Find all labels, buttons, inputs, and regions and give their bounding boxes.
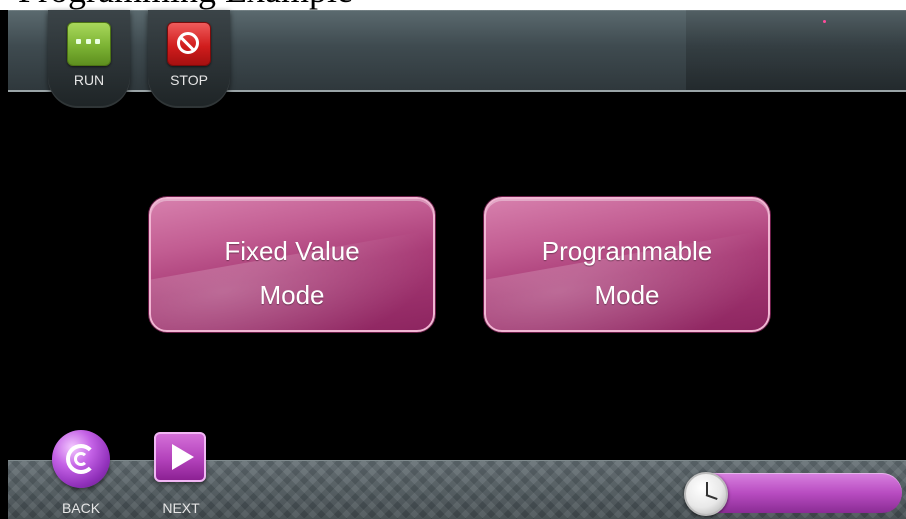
stop-label: STOP — [170, 72, 208, 88]
next-icon — [154, 432, 206, 482]
fixed-value-mode-button[interactable]: Fixed Value Mode — [149, 197, 435, 332]
clock-icon[interactable] — [684, 472, 728, 516]
status-dot — [823, 20, 826, 23]
toolbar-glass-panel — [686, 10, 906, 90]
page-header-text: Programming Example — [0, 0, 906, 10]
back-label: BACK — [61, 500, 101, 516]
run-icon — [67, 22, 111, 66]
next-label: NEXT — [162, 500, 200, 516]
fixed-value-mode-label: Fixed Value Mode — [224, 236, 360, 310]
programmable-mode-label: Programmable Mode — [541, 236, 713, 310]
back-button[interactable]: BACK — [50, 430, 112, 518]
back-icon — [52, 430, 110, 488]
programmable-mode-button[interactable]: Programmable Mode — [484, 197, 770, 332]
stop-button[interactable]: STOP — [148, 10, 230, 108]
top-toolbar — [8, 10, 906, 92]
next-button[interactable]: NEXT — [150, 430, 212, 518]
run-label: RUN — [73, 72, 105, 88]
stop-icon — [167, 22, 211, 66]
run-button[interactable]: RUN — [48, 10, 130, 108]
